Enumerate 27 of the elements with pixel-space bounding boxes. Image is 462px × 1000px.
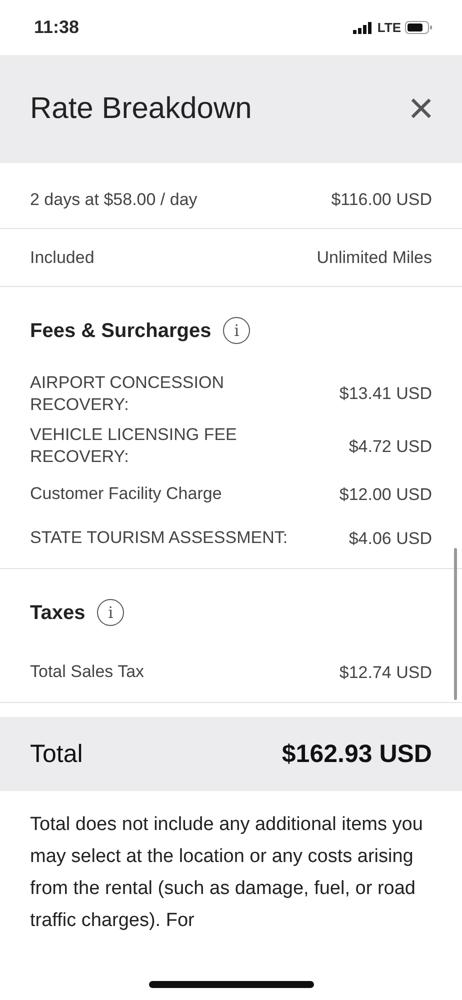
total-label: Total	[30, 738, 83, 770]
total-value: $162.93 USD	[282, 738, 432, 770]
rate-value: $116.00 USD	[331, 188, 432, 211]
fee-value: $12.74 USD	[339, 662, 432, 684]
info-icon[interactable]: i	[97, 599, 124, 626]
fee-value: $12.00 USD	[339, 484, 432, 506]
rate-value: Unlimited Miles	[316, 246, 432, 269]
fee-label: Total Sales Tax	[30, 661, 144, 684]
section-title: Taxes	[30, 600, 86, 625]
signal-icon	[353, 22, 374, 34]
info-icon[interactable]: i	[223, 317, 250, 344]
page-title: Rate Breakdown	[30, 91, 252, 127]
fee-label: Customer Facility Charge	[30, 483, 222, 506]
fee-label: AIRPORT CONCESSION RECOVERY:	[30, 372, 225, 416]
fee-value: $4.72 USD	[348, 436, 432, 458]
disclaimer-text: Total does not include any additional items you may select at the location or any costs arising from the rental (such as damage, fuel, or road traffic charges). For	[29, 813, 424, 934]
rate-label: 2 days at $58.00 / day	[30, 188, 198, 211]
fee-value: $13.41 USD	[339, 383, 432, 406]
rate-label: Included	[30, 246, 94, 269]
fee-label: VEHICLE LICENSING FEE RECOVERY:	[30, 424, 238, 468]
battery-icon	[405, 21, 432, 34]
section-title: Fees & Surcharges	[30, 318, 212, 342]
network-label: LTE	[377, 18, 401, 37]
close-button[interactable]: ×	[408, 87, 434, 131]
status-time: 11:38	[34, 16, 80, 39]
fee-value: $4.06 USD	[348, 528, 432, 550]
fee-label: STATE TOURISM ASSESSMENT:	[30, 527, 288, 550]
